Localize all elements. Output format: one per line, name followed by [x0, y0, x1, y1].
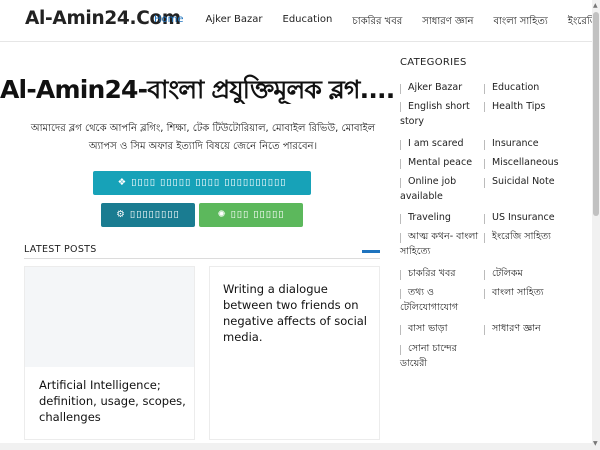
- category-link[interactable]: আত্ম কথন- বাংলা সাহিত্যে: [400, 229, 482, 259]
- star-icon: ✺: [217, 209, 227, 220]
- category-marker: [400, 214, 401, 224]
- category-marker: [484, 84, 485, 94]
- category-link[interactable]: বাংলা সাহিত্য: [492, 285, 584, 300]
- category-marker: [400, 140, 401, 150]
- post-card[interactable]: Writing a dialogue between two friends o…: [209, 266, 380, 440]
- category-marker: [400, 270, 401, 280]
- category-marker: [400, 84, 401, 94]
- category-link[interactable]: Insurance: [492, 136, 584, 151]
- category-link[interactable]: Mental peace: [408, 155, 480, 170]
- scrollbar-thumb[interactable]: [593, 12, 599, 216]
- category-link[interactable]: English short story: [400, 99, 482, 129]
- hero-secondary-button[interactable]: ⚙ ▯▯▯▯▯▯▯▯: [101, 203, 195, 227]
- categories-heading: CATEGORIES: [400, 57, 467, 68]
- category-marker: [484, 270, 485, 280]
- hero-title: Al-Amin24-বাংলা প্রযুক্তিমূলক ব্লগ....: [0, 75, 395, 104]
- latest-posts-heading: LATEST POSTS: [24, 244, 97, 255]
- category-link[interactable]: ইংরেজি সাহিত্য: [492, 229, 584, 244]
- category-link[interactable]: US Insurance: [492, 210, 584, 225]
- category-link[interactable]: Miscellaneous: [492, 155, 584, 170]
- category-link[interactable]: I am scared: [408, 136, 480, 151]
- hero-secondary-button-glyphs: ▯▯▯▯▯▯▯▯: [129, 209, 180, 220]
- post-thumbnail[interactable]: [25, 267, 194, 367]
- category-marker: [400, 159, 401, 169]
- nav-item-bangla-literature[interactable]: বাংলা সাহিত্য: [493, 14, 547, 31]
- category-link[interactable]: সাধারণ জ্ঞান: [492, 321, 584, 336]
- hero-description: আমাদের ব্লগ থেকে আপনি ব্লগিং, শিক্ষা, টে…: [30, 123, 376, 152]
- hero-main-button-glyphs: ❖ ▯▯▯▯ ▯▯▯▯▯ ▯▯▯▯ ▯▯▯▯▯▯▯▯▯▯: [117, 177, 287, 188]
- nav-item-general-knowledge[interactable]: সাধারণ জ্ঞান: [422, 14, 473, 31]
- category-link[interactable]: Education: [492, 80, 584, 95]
- category-marker: [484, 325, 485, 335]
- category-link[interactable]: টেলিকম: [492, 266, 584, 281]
- category-marker: [400, 325, 401, 335]
- category-marker: [484, 140, 485, 150]
- main-nav: Home Ajker Bazar Education চাকরির খবর সা…: [154, 14, 600, 31]
- scroll-up-arrow-icon[interactable]: ▲: [593, 2, 598, 9]
- latest-posts-accent: [362, 250, 380, 253]
- hero-green-button[interactable]: ✺ ▯▯▯ ▯▯▯▯▯: [199, 203, 303, 227]
- post-title[interactable]: Artificial Intelligence; definition, usa…: [39, 377, 189, 425]
- category-marker: [484, 289, 485, 299]
- category-link[interactable]: চাকরির খবর: [408, 266, 480, 281]
- post-title[interactable]: Writing a dialogue between two friends o…: [223, 281, 373, 345]
- horizontal-scrollbar[interactable]: [0, 443, 592, 450]
- post-card[interactable]: Artificial Intelligence; definition, usa…: [24, 266, 195, 440]
- category-link[interactable]: Traveling: [408, 210, 480, 225]
- category-marker: [484, 214, 485, 224]
- latest-posts-divider: [24, 258, 380, 259]
- category-link[interactable]: Online job available: [400, 174, 482, 204]
- nav-item-education[interactable]: Education: [283, 14, 333, 31]
- category-link[interactable]: তথ্য ও টেলিযোগাযোগ: [400, 285, 482, 315]
- hero-green-button-glyphs: ▯▯▯ ▯▯▯▯▯: [230, 209, 285, 220]
- category-link[interactable]: Suicidal Note: [492, 174, 584, 189]
- category-link[interactable]: বাসা ভাড়া: [408, 321, 480, 336]
- nav-item-home[interactable]: Home: [154, 14, 184, 31]
- scroll-down-arrow-icon[interactable]: ▼: [593, 440, 598, 447]
- category-marker: [484, 178, 485, 188]
- category-link[interactable]: Health Tips: [492, 99, 584, 114]
- category-link[interactable]: সোনা চান্দের ডায়েরী: [400, 341, 482, 371]
- nav-item-job-news[interactable]: চাকরির খবর: [352, 14, 402, 31]
- nav-item-ajker-bazar[interactable]: Ajker Bazar: [206, 14, 263, 31]
- gear-icon: ⚙: [116, 209, 126, 220]
- category-marker: [484, 233, 485, 243]
- category-link[interactable]: Ajker Bazar: [408, 80, 480, 95]
- category-marker: [484, 102, 485, 112]
- site-header: Al-Amin24.Com Home Ajker Bazar Education…: [0, 0, 600, 42]
- hero-main-button[interactable]: ❖ ▯▯▯▯ ▯▯▯▯▯ ▯▯▯▯ ▯▯▯▯▯▯▯▯▯▯: [93, 171, 311, 195]
- category-marker: [484, 159, 485, 169]
